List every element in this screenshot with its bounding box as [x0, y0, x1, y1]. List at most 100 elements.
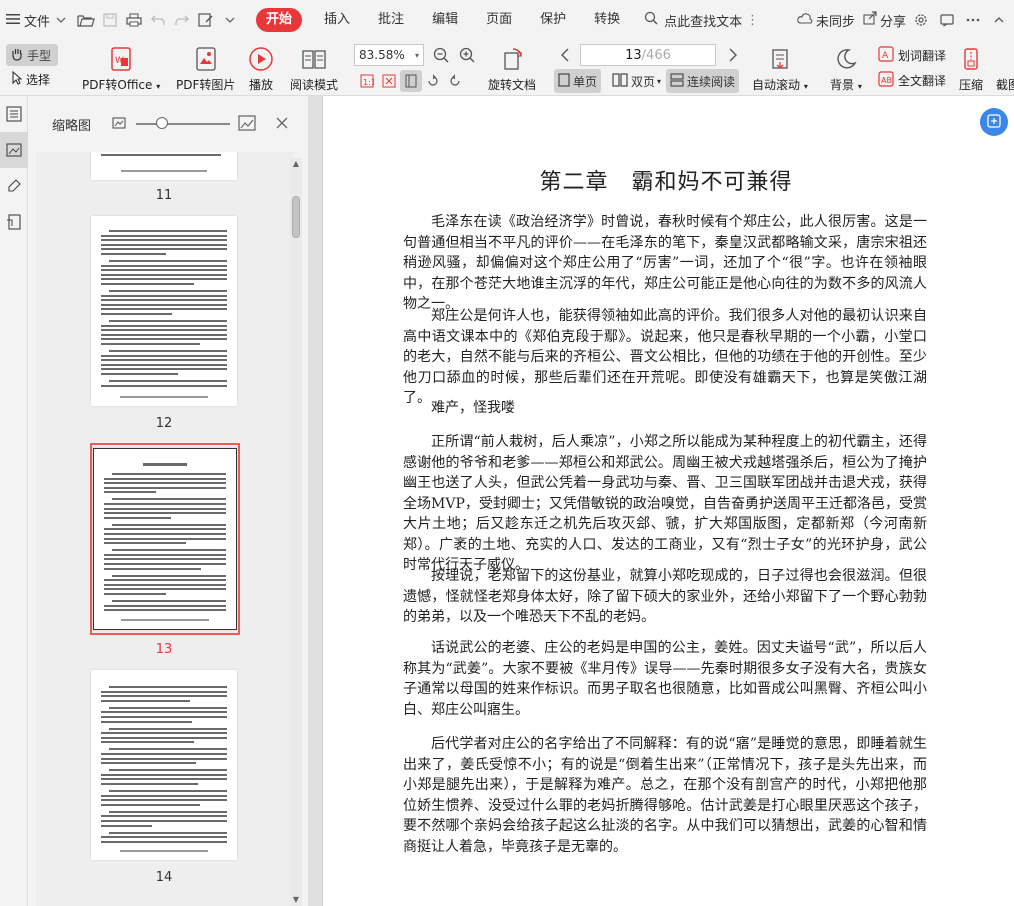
open-folder-icon[interactable]: [74, 8, 98, 32]
compress-button[interactable]: 压缩: [956, 44, 986, 93]
paragraph: 正所谓“前人栽树，后人乘凉”，小郑之所以能成为某种程度上的初代霸主，还得感谢他的…: [403, 434, 927, 573]
tab-convert[interactable]: 转换: [580, 8, 634, 32]
scrollbar-thumb[interactable]: [292, 196, 300, 238]
translate-icon: A: [878, 46, 894, 65]
rotate-document-button[interactable]: 旋转文档: [488, 44, 536, 93]
more-horizontal-icon[interactable]: [962, 9, 984, 31]
play-icon: [246, 44, 276, 74]
floating-tool-button[interactable]: [980, 108, 1008, 136]
thumbnail-page-13[interactable]: [93, 448, 237, 630]
sync-status[interactable]: 未同步: [797, 11, 855, 30]
svg-text:AB: AB: [881, 76, 892, 85]
scroll-down-icon[interactable]: ▼: [290, 894, 302, 906]
feedback-icon[interactable]: [936, 9, 958, 31]
search-icon: [644, 11, 658, 29]
attachments-icon[interactable]: [0, 204, 28, 240]
zoom-in-icon[interactable]: [456, 44, 478, 66]
paragraph-subheading: 难产，怪我喽: [431, 400, 515, 416]
thumbnails-icon[interactable]: [0, 132, 28, 168]
large-thumbnail-icon[interactable]: [238, 115, 256, 134]
tab-home[interactable]: 开始: [256, 8, 303, 32]
current-page: 13: [625, 47, 642, 63]
close-icon[interactable]: [276, 117, 288, 132]
auto-scroll-button[interactable]: 自动滚动 ▾: [752, 44, 808, 93]
paragraph: 后代学者对庄公的名字给出了不同解释：有的说“寤”是睡觉的意思，即睡着就生出来了，…: [403, 736, 927, 855]
zoom-select[interactable]: 83.58% ▾: [354, 44, 424, 66]
fit-page-icon[interactable]: [378, 70, 400, 92]
word-translate-button[interactable]: A 划词翻译: [878, 46, 946, 65]
document-viewport[interactable]: 第二章 霸和妈不可兼得 毛泽东在读《政治经济学》时曾说，春秋时候有个郑庄公，此人…: [308, 96, 1014, 906]
hamburger-icon: [6, 13, 20, 28]
full-translate-button[interactable]: AB 全文翻译: [878, 71, 946, 90]
single-page-icon: [558, 72, 570, 90]
thumbnail-scrollbar[interactable]: ▲ ▼: [290, 158, 302, 906]
zoom-value: 83.58%: [359, 48, 405, 62]
annotations-icon[interactable]: [0, 168, 28, 204]
actual-size-icon[interactable]: 1:1: [356, 70, 378, 92]
thumbnail-page-14[interactable]: [91, 670, 237, 860]
play-label: 播放: [248, 78, 273, 92]
redo-icon[interactable]: [170, 8, 194, 32]
tab-edit[interactable]: 编辑: [418, 8, 472, 32]
paragraph: 按理说，老郑留下的这份基业，就算小郑吃现成的，日子过得也会很滋润。但很遗憾，怪就…: [403, 568, 927, 625]
print-icon[interactable]: [122, 8, 146, 32]
thumbnail-page-number: 13: [155, 642, 173, 657]
full-translate-label: 全文翻译: [898, 74, 947, 88]
read-mode-button[interactable]: 阅读模式: [290, 44, 338, 93]
hand-tool-toggle[interactable]: 手型: [6, 44, 58, 66]
book-open-icon: [299, 44, 329, 74]
share-icon: [863, 11, 877, 29]
collapse-ribbon-icon[interactable]: [988, 9, 1010, 31]
more-vertical-icon[interactable]: ⋮: [746, 13, 759, 28]
crop-button[interactable]: 截图: [996, 74, 1014, 93]
pdf-to-office-button[interactable]: W PDF转Office ▾: [82, 44, 160, 93]
next-page-icon[interactable]: [722, 44, 744, 66]
play-button[interactable]: 播放: [246, 44, 276, 93]
right-menu: 未同步 分享: [789, 0, 1010, 40]
tab-annotate[interactable]: 批注: [364, 8, 418, 32]
thumbnail-size-slider[interactable]: [136, 117, 230, 129]
hand-tool-button[interactable]: 手型: [6, 44, 58, 66]
pdf-to-image-icon: [191, 44, 221, 74]
file-menu[interactable]: 文件: [6, 7, 66, 33]
thumbnail-list[interactable]: 11 12 13 14: [36, 152, 294, 906]
scroll-up-icon[interactable]: ▲: [290, 158, 302, 170]
zoom-out-icon[interactable]: [430, 44, 452, 66]
thumbnail-page-11[interactable]: [91, 152, 237, 180]
double-page-button[interactable]: 双页 ▾: [608, 69, 665, 93]
find-text-box[interactable]: 点此查找文本 ⋮: [644, 11, 759, 30]
tab-page[interactable]: 页面: [472, 8, 526, 32]
settings-gear-icon[interactable]: [910, 9, 932, 31]
small-thumbnail-icon[interactable]: [112, 116, 126, 133]
share-label: 分享: [879, 14, 906, 30]
select-tool-button[interactable]: 选择: [12, 70, 50, 88]
convert-edit-icon[interactable]: [194, 8, 218, 32]
undo-icon[interactable]: [146, 8, 170, 32]
paragraph: 郑庄公是何许人也，能获得领袖如此高的评价。我们很多人对他的最初认识来自高中语文课…: [403, 308, 927, 406]
fit-width-icon[interactable]: [400, 70, 422, 92]
document-page: 第二章 霸和妈不可兼得 毛泽东在读《政治经济学》时曾说，春秋时候有个郑庄公，此人…: [322, 96, 1014, 906]
pdf-to-image-button[interactable]: PDF转图片: [176, 44, 235, 93]
save-icon[interactable]: [98, 8, 122, 32]
pdf-to-image-label: PDF转图片: [176, 78, 236, 92]
slider-knob[interactable]: [156, 117, 168, 129]
continuous-read-button[interactable]: 连续阅读: [666, 69, 740, 93]
single-page-button[interactable]: 单页: [554, 69, 602, 93]
floating-tool-icon: [987, 113, 1001, 131]
share-button[interactable]: 分享: [863, 11, 906, 30]
ribbon-tabs: 开始 插入 批注 编辑 页面 保护 转换: [256, 8, 634, 32]
full-translate-icon: AB: [878, 71, 894, 90]
chapter-title: 第二章 霸和妈不可兼得: [539, 170, 793, 195]
rotate-right-icon[interactable]: [444, 70, 466, 92]
customize-toolbar-icon[interactable]: [218, 8, 242, 32]
rotate-left-icon[interactable]: [422, 70, 444, 92]
thumbnail-page-12[interactable]: [91, 216, 237, 406]
tab-protect[interactable]: 保护: [526, 8, 580, 32]
double-page-icon: [612, 72, 628, 90]
page-number-input[interactable]: 13 /466: [580, 44, 716, 66]
outline-list-icon[interactable]: [0, 96, 28, 132]
background-button[interactable]: 背景 ▾: [830, 44, 862, 93]
prev-page-icon[interactable]: [554, 44, 576, 66]
tab-insert[interactable]: 插入: [310, 8, 364, 32]
pdf-to-office-label: PDF转Office: [82, 78, 153, 92]
